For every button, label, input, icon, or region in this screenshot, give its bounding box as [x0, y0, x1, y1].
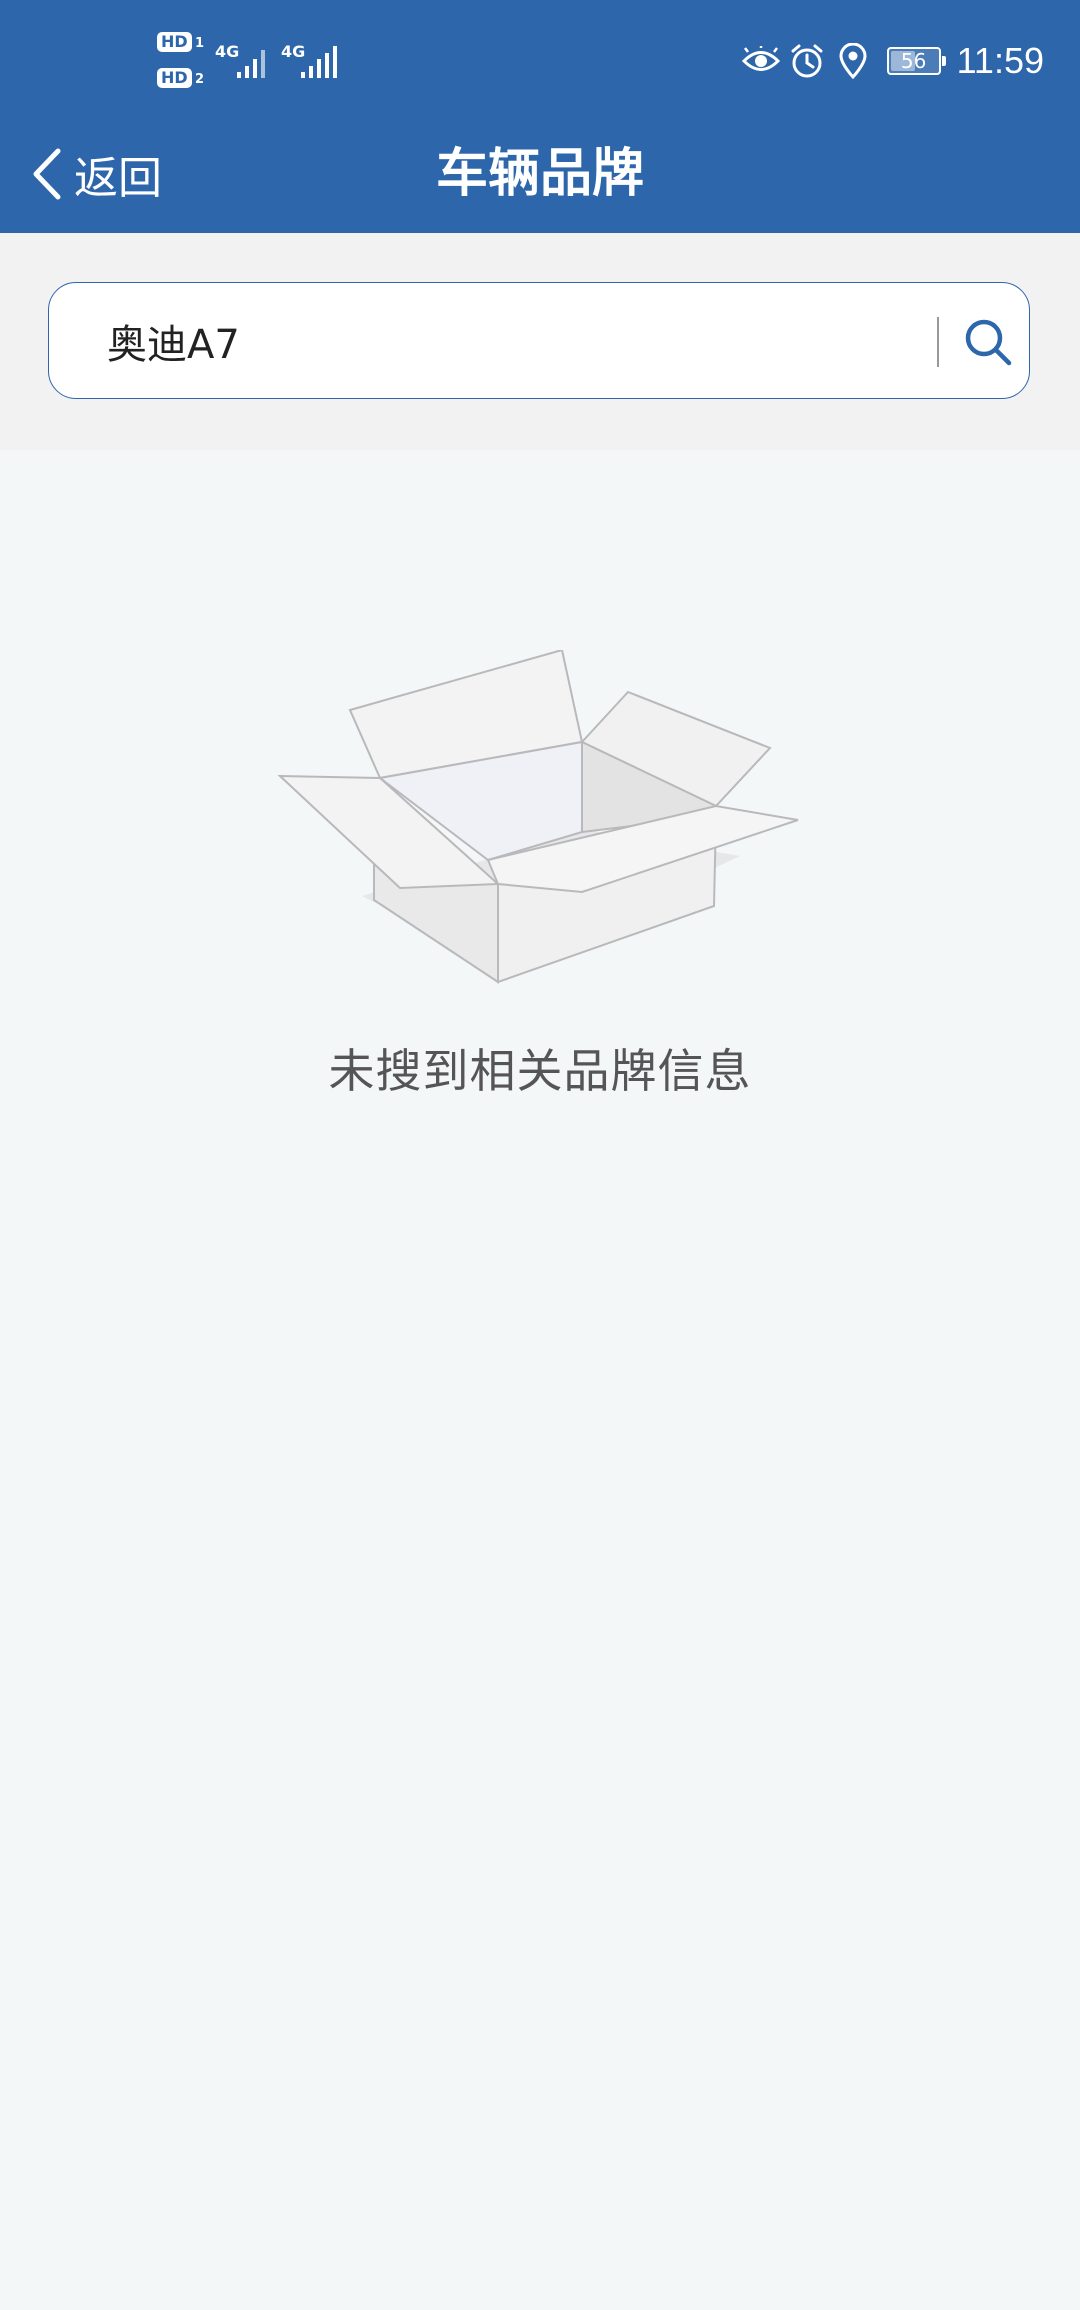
- search-divider: [937, 317, 939, 367]
- search-button[interactable]: [959, 313, 1017, 371]
- signal-1-icon: [237, 50, 265, 78]
- nav-bar: 返回 车辆品牌: [0, 125, 1080, 233]
- battery-level-text: 56: [900, 49, 927, 73]
- battery-indicator: 56: [886, 47, 946, 75]
- signal-2-icon: [301, 46, 337, 78]
- hd1-sub: 1: [195, 36, 205, 51]
- search-area: [0, 233, 1080, 450]
- eye-icon: [741, 41, 781, 81]
- sim-indicators: HD 1 HD 2 4G 4G: [157, 30, 347, 94]
- app-header: HD 1 HD 2 4G 4G 56 11:59 返回 车辆品牌: [0, 0, 1080, 233]
- search-input[interactable]: [107, 303, 907, 379]
- status-right-group: 56 11:59: [741, 36, 1044, 86]
- status-bar: HD 1 HD 2 4G 4G 56 11:59: [0, 0, 1080, 125]
- empty-box-icon: [277, 650, 799, 984]
- empty-message: 未搜到相关品牌信息: [328, 1044, 752, 1098]
- status-clock: 11:59: [956, 40, 1044, 81]
- hd1-badge: HD: [157, 32, 192, 52]
- search-icon: [965, 319, 1012, 366]
- alarm-icon: [787, 41, 827, 81]
- location-icon: [833, 41, 873, 81]
- search-box: [48, 282, 1030, 399]
- hd2-badge: HD: [157, 68, 192, 88]
- hd2-sub: 2: [195, 72, 205, 87]
- page-title: 车辆品牌: [435, 144, 644, 204]
